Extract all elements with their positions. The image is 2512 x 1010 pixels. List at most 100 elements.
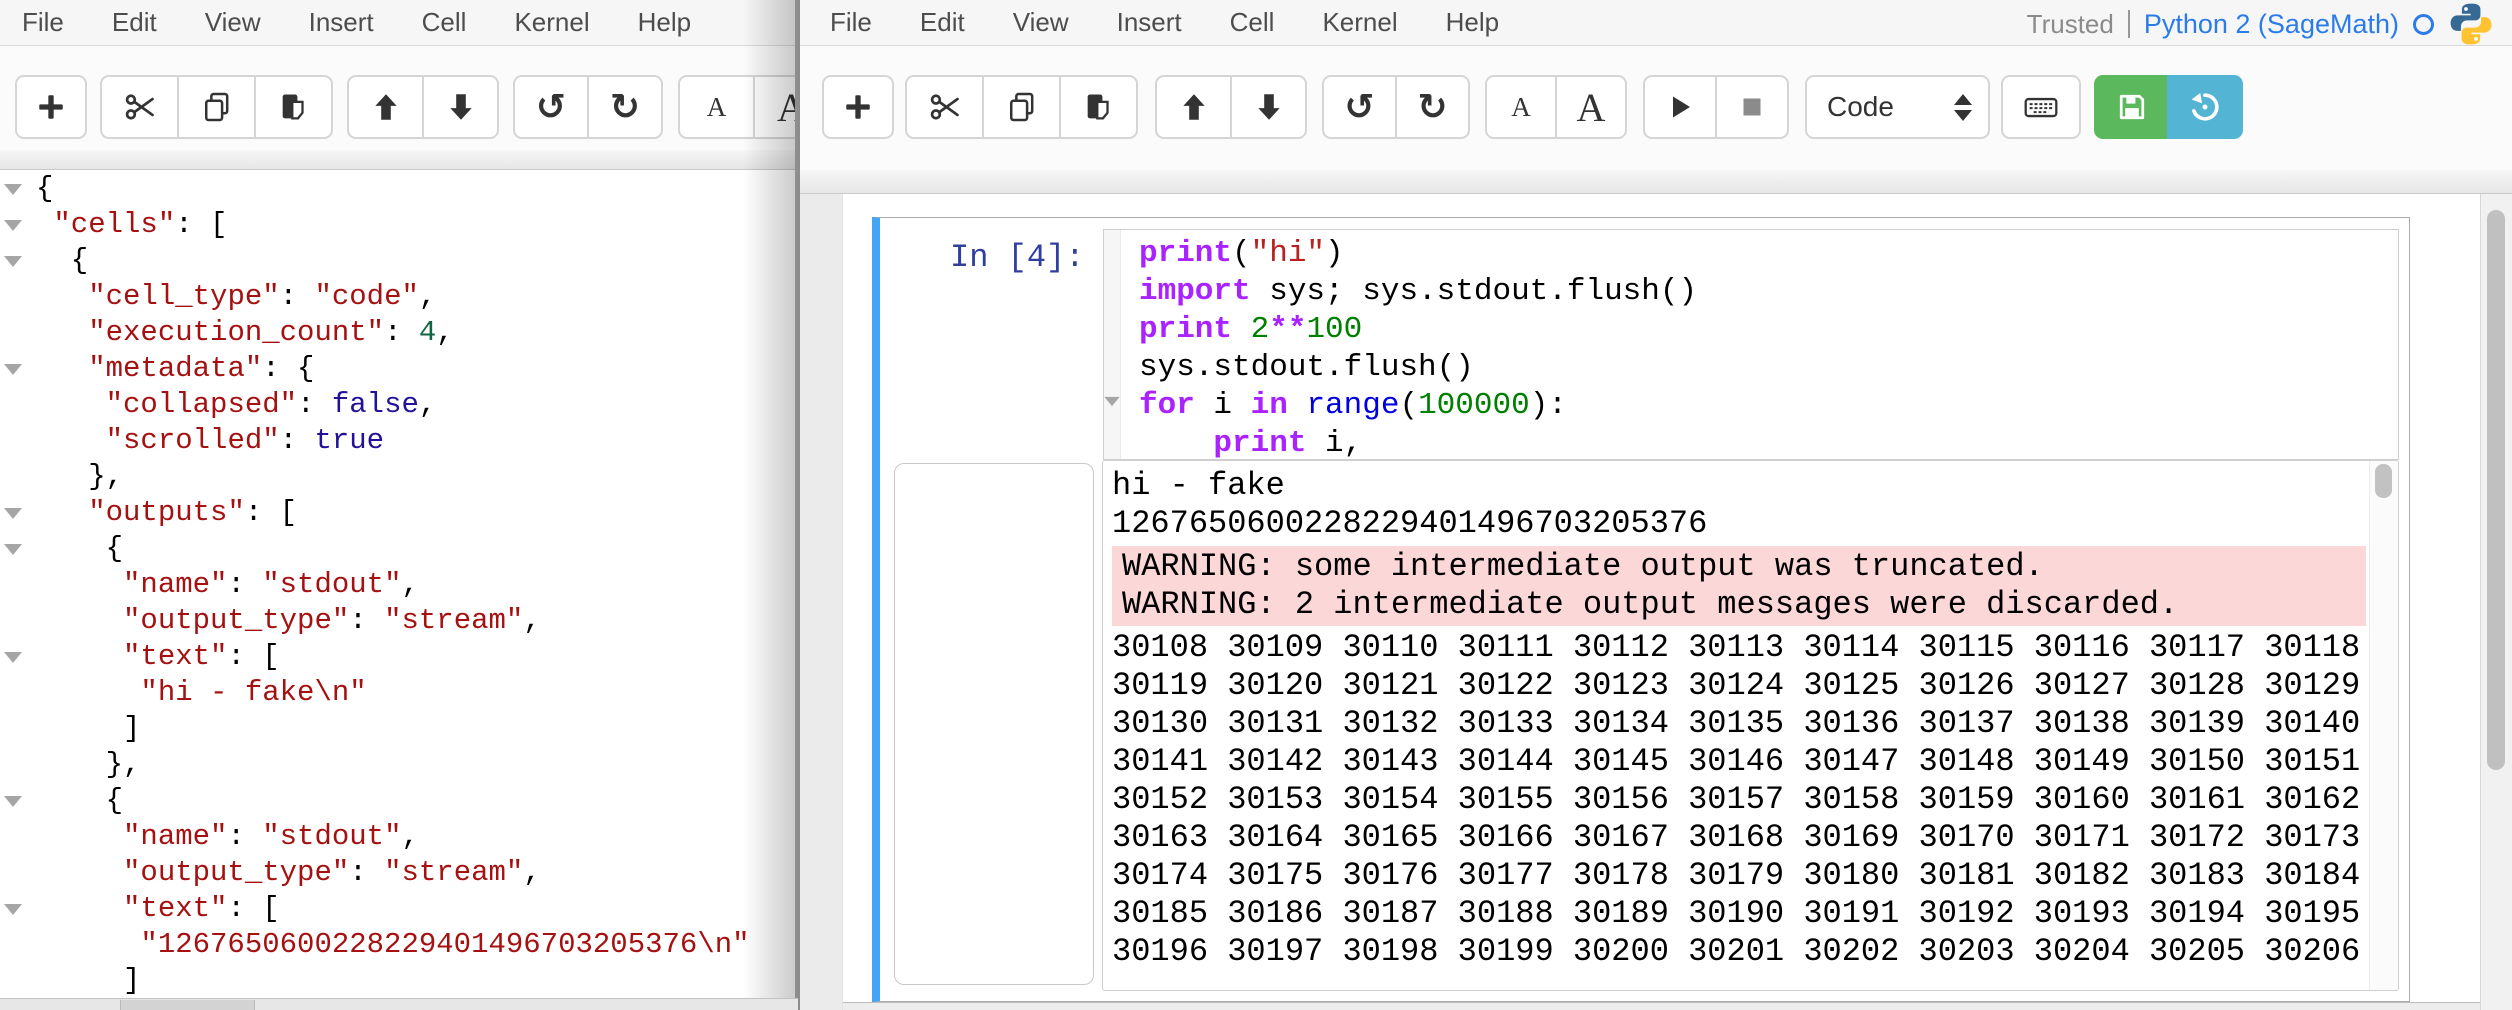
code-line[interactable]: for i in range(100000): <box>1139 387 1697 425</box>
menu-item-file[interactable]: File <box>830 7 872 38</box>
json-text[interactable]: "1267650600228229401496703205376\n" <box>26 927 750 963</box>
notebook-json-editor[interactable]: { "cells": [ { "cell_type": "code", "exe… <box>0 171 798 998</box>
notebook-body: In [4]: print("hi")import sys; sys.stdou… <box>800 194 2512 1010</box>
paste-cell-button[interactable] <box>1059 75 1138 139</box>
json-text[interactable]: "scrolled": true <box>26 423 384 459</box>
undo-button[interactable]: ↺ <box>513 75 589 139</box>
json-line: "execution_count": 4, <box>0 315 798 351</box>
json-text[interactable]: "text": [ <box>26 891 280 927</box>
paste-cell-button[interactable] <box>254 75 333 139</box>
fold-arrow-icon[interactable] <box>0 891 26 927</box>
menu-item-kernel[interactable]: Kernel <box>1322 7 1397 38</box>
json-line: "hi - fake\n" <box>0 675 798 711</box>
json-text[interactable]: "text": [ <box>26 639 280 675</box>
menu-item-view[interactable]: View <box>1013 7 1069 38</box>
json-line: "collapsed": false, <box>0 387 798 423</box>
code-editor[interactable]: print("hi")import sys; sys.stdout.flush(… <box>1103 229 2399 460</box>
json-text[interactable]: "name": "stdout", <box>26 819 419 855</box>
redo-button[interactable]: ↻ <box>587 75 663 139</box>
move-cell-down-button[interactable] <box>422 75 499 139</box>
fold-arrow-icon[interactable] <box>0 639 26 675</box>
menu-item-cell[interactable]: Cell <box>1230 7 1275 38</box>
output-scrollbar[interactable] <box>2369 461 2398 990</box>
menu-item-cell[interactable]: Cell <box>422 7 467 38</box>
code-line[interactable]: print i, <box>1139 425 1697 463</box>
copy-cell-button[interactable] <box>982 75 1061 139</box>
menu-item-view[interactable]: View <box>205 7 261 38</box>
undo-icon: ↺ <box>536 87 566 128</box>
menu-item-file[interactable]: File <box>22 7 64 38</box>
fold-arrow-icon[interactable] <box>0 495 26 531</box>
menu-item-insert[interactable]: Insert <box>309 7 374 38</box>
json-text[interactable]: "cells": [ <box>26 207 227 243</box>
cut-cell-button[interactable] <box>905 75 984 139</box>
fold-arrow-icon[interactable] <box>0 531 26 567</box>
fold-arrow-icon[interactable] <box>0 783 26 819</box>
fold-arrow-icon[interactable] <box>0 243 26 279</box>
cut-cell-button[interactable] <box>100 75 179 139</box>
scrolled-output-area[interactable]: hi - fake 126765060022822940149670320537… <box>1102 460 2399 991</box>
menu-item-edit[interactable]: Edit <box>112 7 157 38</box>
output-prompt-area[interactable] <box>894 463 1094 985</box>
stop-kernel-button[interactable] <box>1715 75 1789 139</box>
fold-arrow-icon[interactable] <box>0 171 26 207</box>
json-text[interactable]: "outputs": [ <box>26 495 297 531</box>
run-cell-button[interactable] <box>1643 75 1717 139</box>
command-palette-button[interactable] <box>2001 75 2081 139</box>
kernel-idle-icon <box>2413 14 2434 35</box>
undo-button[interactable]: ↺ <box>1322 75 1397 139</box>
fold-arrow-icon[interactable] <box>0 351 26 387</box>
output-scrollbar-thumb[interactable] <box>2375 464 2392 498</box>
decrease-font-button[interactable]: A <box>678 75 755 139</box>
json-text[interactable]: ] <box>26 963 140 998</box>
json-text[interactable]: "execution_count": 4, <box>26 315 454 351</box>
code-lines[interactable]: print("hi")import sys; sys.stdout.flush(… <box>1121 230 1697 459</box>
move-cell-up-button[interactable] <box>347 75 424 139</box>
json-text[interactable]: "name": "stdout", <box>26 567 419 603</box>
move-cell-up-button[interactable] <box>1155 75 1232 139</box>
json-text[interactable]: { <box>26 783 123 819</box>
json-text[interactable]: { <box>26 171 53 207</box>
json-text[interactable]: }, <box>26 747 140 783</box>
menu-item-edit[interactable]: Edit <box>920 7 965 38</box>
left-horizontal-scrollbar-thumb[interactable] <box>120 1000 255 1010</box>
kernel-name[interactable]: Python 2 (SageMath) <box>2144 9 2399 40</box>
fold-arrow-icon[interactable] <box>1104 397 1119 406</box>
json-text[interactable]: }, <box>26 459 123 495</box>
cell-type-dropdown[interactable]: Code <box>1805 75 1990 139</box>
json-text[interactable]: { <box>26 531 123 567</box>
json-text[interactable]: "output_type": "stream", <box>26 603 541 639</box>
json-text[interactable]: "hi - fake\n" <box>26 675 367 711</box>
json-text[interactable]: ] <box>26 711 140 747</box>
time-travel-button[interactable] <box>2167 75 2243 139</box>
add-cell-button[interactable] <box>15 75 87 139</box>
redo-button[interactable]: ↻ <box>1395 75 1470 139</box>
json-text[interactable]: "cell_type": "code", <box>26 279 436 315</box>
increase-font-button[interactable]: A <box>753 75 798 139</box>
left-horizontal-scrollbar[interactable] <box>0 998 798 1010</box>
code-line[interactable]: print("hi") <box>1139 235 1697 273</box>
add-cell-button[interactable] <box>822 75 894 139</box>
json-text[interactable]: "output_type": "stream", <box>26 855 541 891</box>
menu-item-help[interactable]: Help <box>1446 7 1499 38</box>
json-text[interactable]: "metadata": { <box>26 351 314 387</box>
code-line[interactable]: print 2**100 <box>1139 311 1697 349</box>
fold-arrow-icon[interactable] <box>0 207 26 243</box>
move-cell-down-button[interactable] <box>1230 75 1307 139</box>
decrease-font-button[interactable]: A <box>1485 75 1557 139</box>
json-line: { <box>0 531 798 567</box>
page-vertical-scrollbar-thumb[interactable] <box>2487 210 2505 770</box>
save-notebook-button[interactable] <box>2094 75 2169 139</box>
increase-font-button[interactable]: A <box>1555 75 1627 139</box>
code-line[interactable]: sys.stdout.flush() <box>1139 349 1697 387</box>
menu-item-help[interactable]: Help <box>638 7 691 38</box>
selected-code-cell[interactable]: In [4]: print("hi")import sys; sys.stdou… <box>872 217 2410 1002</box>
menu-item-kernel[interactable]: Kernel <box>514 7 589 38</box>
json-line: "1267650600228229401496703205376\n" <box>0 927 798 963</box>
code-line[interactable]: import sys; sys.stdout.flush() <box>1139 273 1697 311</box>
menu-item-insert[interactable]: Insert <box>1117 7 1182 38</box>
copy-cell-button[interactable] <box>177 75 256 139</box>
json-text[interactable]: "collapsed": false, <box>26 387 436 423</box>
json-text[interactable]: { <box>26 243 88 279</box>
page-vertical-scrollbar[interactable] <box>2480 194 2512 1010</box>
